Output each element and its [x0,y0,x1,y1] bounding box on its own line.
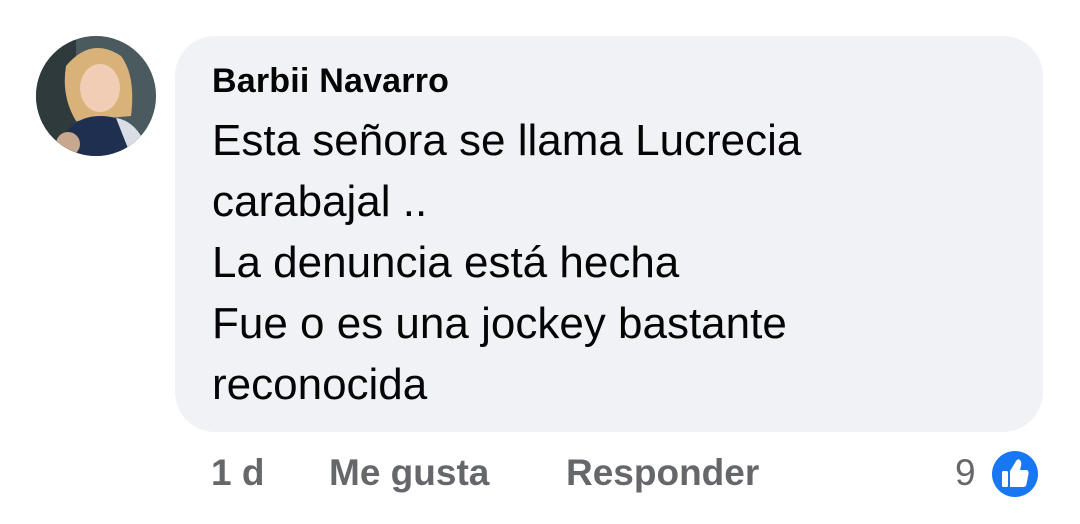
comment-line: reconocida [212,360,428,409]
avatar-photo [36,36,156,156]
reaction-summary[interactable]: 9 [955,446,1055,502]
reply-button[interactable]: Responder [566,452,759,494]
comment-bubble: Barbii Navarro Esta señora se llama Lucr… [175,36,1043,432]
reaction-count: 9 [955,452,976,493]
comment-text: Esta señora se llama Lucrecia carabajal … [212,110,1012,415]
like-thumbs-up-icon [989,448,1041,500]
comment-author-name[interactable]: Barbii Navarro [212,62,449,101]
comment-line: Fue o es una jockey bastante [212,299,787,348]
comment-line: carabajal .. [212,177,428,226]
comment-line: Esta señora se llama Lucrecia [212,116,802,165]
like-button[interactable]: Me gusta [329,452,489,494]
comment-line: La denuncia está hecha [212,238,680,287]
avatar[interactable] [36,36,156,156]
comment-timestamp[interactable]: 1 d [211,452,264,494]
